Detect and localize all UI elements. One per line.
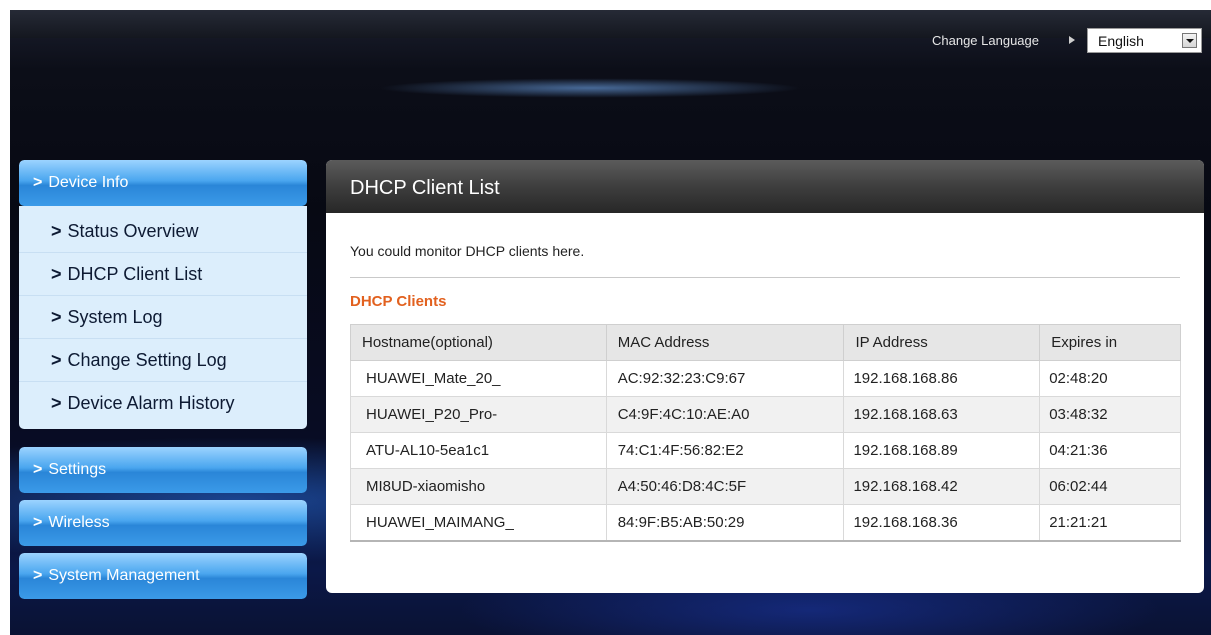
nav-header-label: Wireless	[48, 514, 110, 531]
nav-header-device-info[interactable]: > Device Info	[19, 160, 307, 206]
chevron-right-icon: >	[51, 350, 62, 370]
nav-header-label: Device Info	[48, 174, 129, 191]
table-header-row: Hostname(optional) MAC Address IP Addres…	[350, 324, 1181, 361]
cell-hostname: ATU-AL10-5ea1c1	[350, 432, 607, 469]
nav-item-system-log[interactable]: > System Log	[19, 296, 307, 339]
cell-mac: 84:9F:B5:AB:50:29	[605, 504, 845, 542]
nav-item-label: Device Alarm History	[67, 393, 235, 413]
nav-item-label: Change Setting Log	[67, 350, 227, 370]
language-select[interactable]: English	[1087, 28, 1202, 53]
table-row: ATU-AL10-5ea1c1 74:C1:4F:56:82:E2 192.16…	[350, 432, 1181, 469]
cell-expires: 03:48:32	[1039, 396, 1181, 433]
chevron-right-icon: >	[33, 461, 43, 478]
change-language-label: Change Language	[932, 33, 1039, 48]
divider	[350, 277, 1180, 278]
cell-mac: A4:50:46:D8:4C:5F	[605, 468, 845, 505]
cell-expires: 06:02:44	[1039, 468, 1181, 505]
page-description: You could monitor DHCP clients here.	[350, 243, 585, 259]
nav-settings[interactable]: > Settings	[19, 447, 307, 493]
nav-header-settings[interactable]: > Settings	[19, 447, 307, 493]
nav-header-wireless[interactable]: > Wireless	[19, 500, 307, 546]
chevron-right-icon: >	[51, 393, 62, 413]
chevron-right-icon: >	[51, 264, 62, 284]
chevron-right-icon: >	[51, 307, 62, 327]
table-row: MI8UD-xiaomisho A4:50:46:D8:4C:5F 192.16…	[350, 468, 1181, 505]
cell-expires: 21:21:21	[1039, 504, 1181, 542]
cell-mac: C4:9F:4C:10:AE:A0	[605, 396, 845, 433]
cell-mac: 74:C1:4F:56:82:E2	[605, 432, 845, 469]
nav-header-label: Settings	[48, 461, 107, 478]
nav-system-management[interactable]: > System Management	[19, 553, 307, 599]
chevron-right-icon: >	[51, 221, 62, 241]
nav-item-status-overview[interactable]: > Status Overview	[19, 210, 307, 253]
nav-submenu: > Status Overview > DHCP Client List > Syst…	[19, 206, 307, 429]
column-header-expires: Expires in	[1039, 324, 1181, 361]
nav-item-label: Status Overview	[67, 221, 199, 241]
router-admin-page: Change Language English > Device Info > St…	[10, 10, 1211, 635]
nav-item-device-alarm-history[interactable]: > Device Alarm History	[19, 382, 307, 425]
nav-wireless[interactable]: > Wireless	[19, 500, 307, 546]
table-row: HUAWEI_Mate_20_ AC:92:32:23:C9:67 192.16…	[350, 360, 1181, 397]
dhcp-clients-table: Hostname(optional) MAC Address IP Addres…	[350, 324, 1181, 542]
nav-header-label: System Management	[48, 567, 200, 584]
page-title: DHCP Client List	[326, 160, 1204, 213]
cell-expires: 04:21:36	[1039, 432, 1181, 469]
column-header-ip: IP Address	[843, 324, 1041, 361]
nav-item-label: System Log	[67, 307, 163, 327]
cell-hostname: MI8UD-xiaomisho	[350, 468, 607, 505]
chevron-right-icon: >	[33, 174, 43, 191]
nav-device-info: > Device Info > Status Overview > DHCP Clie…	[19, 160, 307, 429]
chevron-right-icon: >	[33, 514, 43, 531]
cell-ip: 192.168.168.63	[843, 396, 1041, 433]
cell-ip: 192.168.168.86	[843, 360, 1041, 397]
nav-header-system-management[interactable]: > System Management	[19, 553, 307, 599]
table-row: HUAWEI_MAIMANG_ 84:9F:B5:AB:50:29 192.16…	[350, 504, 1181, 542]
section-title: DHCP Clients	[350, 293, 447, 310]
column-header-hostname: Hostname(optional)	[350, 324, 607, 361]
cell-ip: 192.168.168.89	[843, 432, 1041, 469]
content-panel: DHCP Client List You could monitor DHCP …	[326, 160, 1204, 593]
cell-hostname: HUAWEI_MAIMANG_	[350, 504, 607, 542]
table-row: HUAWEI_P20_Pro- C4:9F:4C:10:AE:A0 192.16…	[350, 396, 1181, 433]
cell-ip: 192.168.168.42	[843, 468, 1041, 505]
column-header-mac: MAC Address	[605, 324, 845, 361]
cell-ip: 192.168.168.36	[843, 504, 1041, 542]
cell-hostname: HUAWEI_P20_Pro-	[350, 396, 607, 433]
cell-expires: 02:48:20	[1039, 360, 1181, 397]
nav-item-label: DHCP Client List	[67, 264, 203, 284]
chevron-right-icon: >	[33, 567, 43, 584]
cell-hostname: HUAWEI_Mate_20_	[350, 360, 607, 397]
arrow-right-icon	[1069, 36, 1075, 44]
chevron-down-icon[interactable]	[1182, 33, 1197, 48]
nav-item-dhcp-client-list[interactable]: > DHCP Client List	[19, 253, 307, 296]
language-select-value: English	[1098, 33, 1144, 49]
cell-mac: AC:92:32:23:C9:67	[605, 360, 845, 397]
nav-item-change-setting-log[interactable]: > Change Setting Log	[19, 339, 307, 382]
